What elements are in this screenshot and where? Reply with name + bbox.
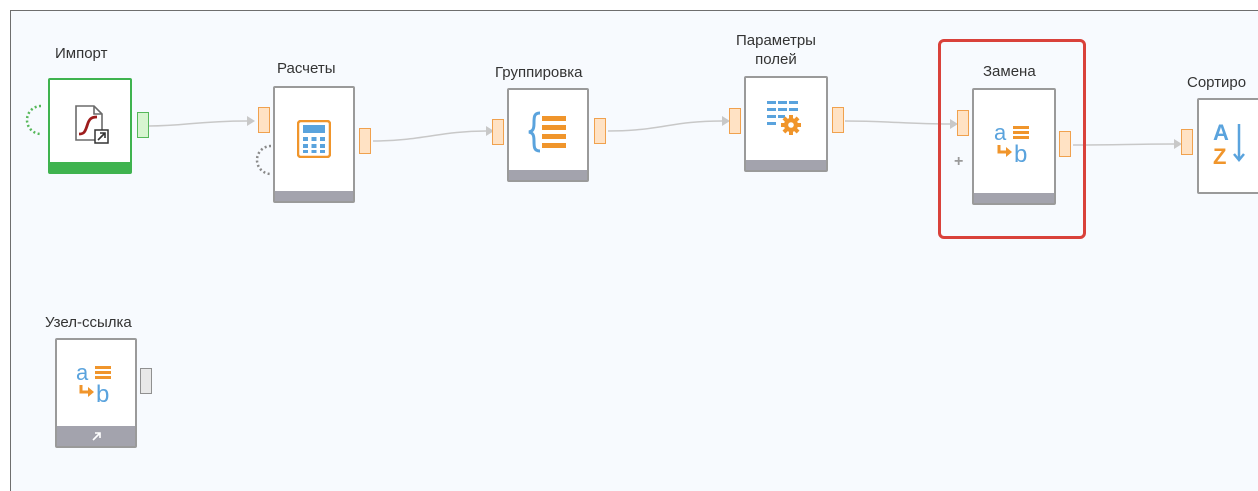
node-label-calc: Расчеты (277, 60, 336, 77)
node-footer (57, 426, 135, 446)
sort-az-icon: A Z (1213, 120, 1245, 168)
add-input-icon[interactable]: + (954, 154, 963, 170)
node-fields[interactable] (744, 76, 828, 172)
input-port-sort[interactable] (1181, 129, 1193, 155)
output-port-import[interactable] (137, 112, 149, 138)
svg-text:b: b (1014, 141, 1027, 166)
output-port-replace[interactable] (1059, 131, 1071, 157)
node-import[interactable] (48, 78, 132, 174)
node-footer (50, 162, 130, 172)
workflow-canvas[interactable]: Импорт Расчеты Группировка Параметры пол… (10, 10, 1258, 491)
node-label-fields-line2: полей (755, 51, 797, 68)
input-port-group[interactable] (492, 119, 504, 145)
connection-replace-sort (1072, 143, 1175, 146)
node-label-ref: Узел-ссылка (45, 314, 132, 331)
svg-text:A: A (1213, 120, 1229, 145)
output-port-calc[interactable] (359, 128, 371, 154)
input-port-calc[interactable] (258, 107, 270, 133)
svg-text:a: a (76, 360, 89, 385)
svg-text:a: a (994, 120, 1007, 145)
node-label-sort: Сортиро (1187, 74, 1247, 91)
grouping-icon (528, 111, 566, 153)
node-footer (509, 170, 587, 180)
replace-icon: a b (994, 120, 1029, 166)
connection-fields-replace (844, 120, 951, 125)
node-footer (746, 160, 826, 170)
replace-icon: a b (76, 360, 111, 406)
node-footer (275, 191, 353, 201)
node-sort[interactable]: A Z (1197, 98, 1258, 194)
connection-group-fields (607, 120, 723, 132)
field-settings-icon (767, 101, 801, 135)
node-group[interactable] (507, 88, 589, 182)
input-port-fields[interactable] (729, 108, 741, 134)
calculator-icon (297, 120, 331, 158)
input-port-dotted-calc (255, 144, 272, 176)
arrowhead-calc (247, 116, 255, 126)
node-calc[interactable] (273, 86, 355, 203)
node-label-replace: Замена (983, 63, 1036, 80)
output-port-fields[interactable] (832, 107, 844, 133)
node-label-import: Импорт (55, 45, 108, 62)
input-port-replace[interactable] (957, 110, 969, 136)
node-footer (974, 193, 1054, 203)
import-icon (75, 105, 109, 144)
link-arrow-icon (92, 432, 101, 441)
input-port-dotted-import (25, 104, 42, 136)
node-label-group: Группировка (495, 64, 583, 81)
output-port-ref[interactable] (140, 368, 152, 394)
output-port-group[interactable] (594, 118, 606, 144)
node-ref[interactable]: a b (55, 338, 137, 448)
connection-import-calc (148, 120, 248, 127)
connection-calc-group (372, 130, 487, 142)
svg-text:Z: Z (1213, 144, 1226, 168)
node-label-fields-line1: Параметры (736, 32, 816, 49)
svg-text:b: b (96, 381, 109, 406)
node-label-fields: Параметры полей (736, 31, 816, 69)
node-replace[interactable]: a b (972, 88, 1056, 205)
